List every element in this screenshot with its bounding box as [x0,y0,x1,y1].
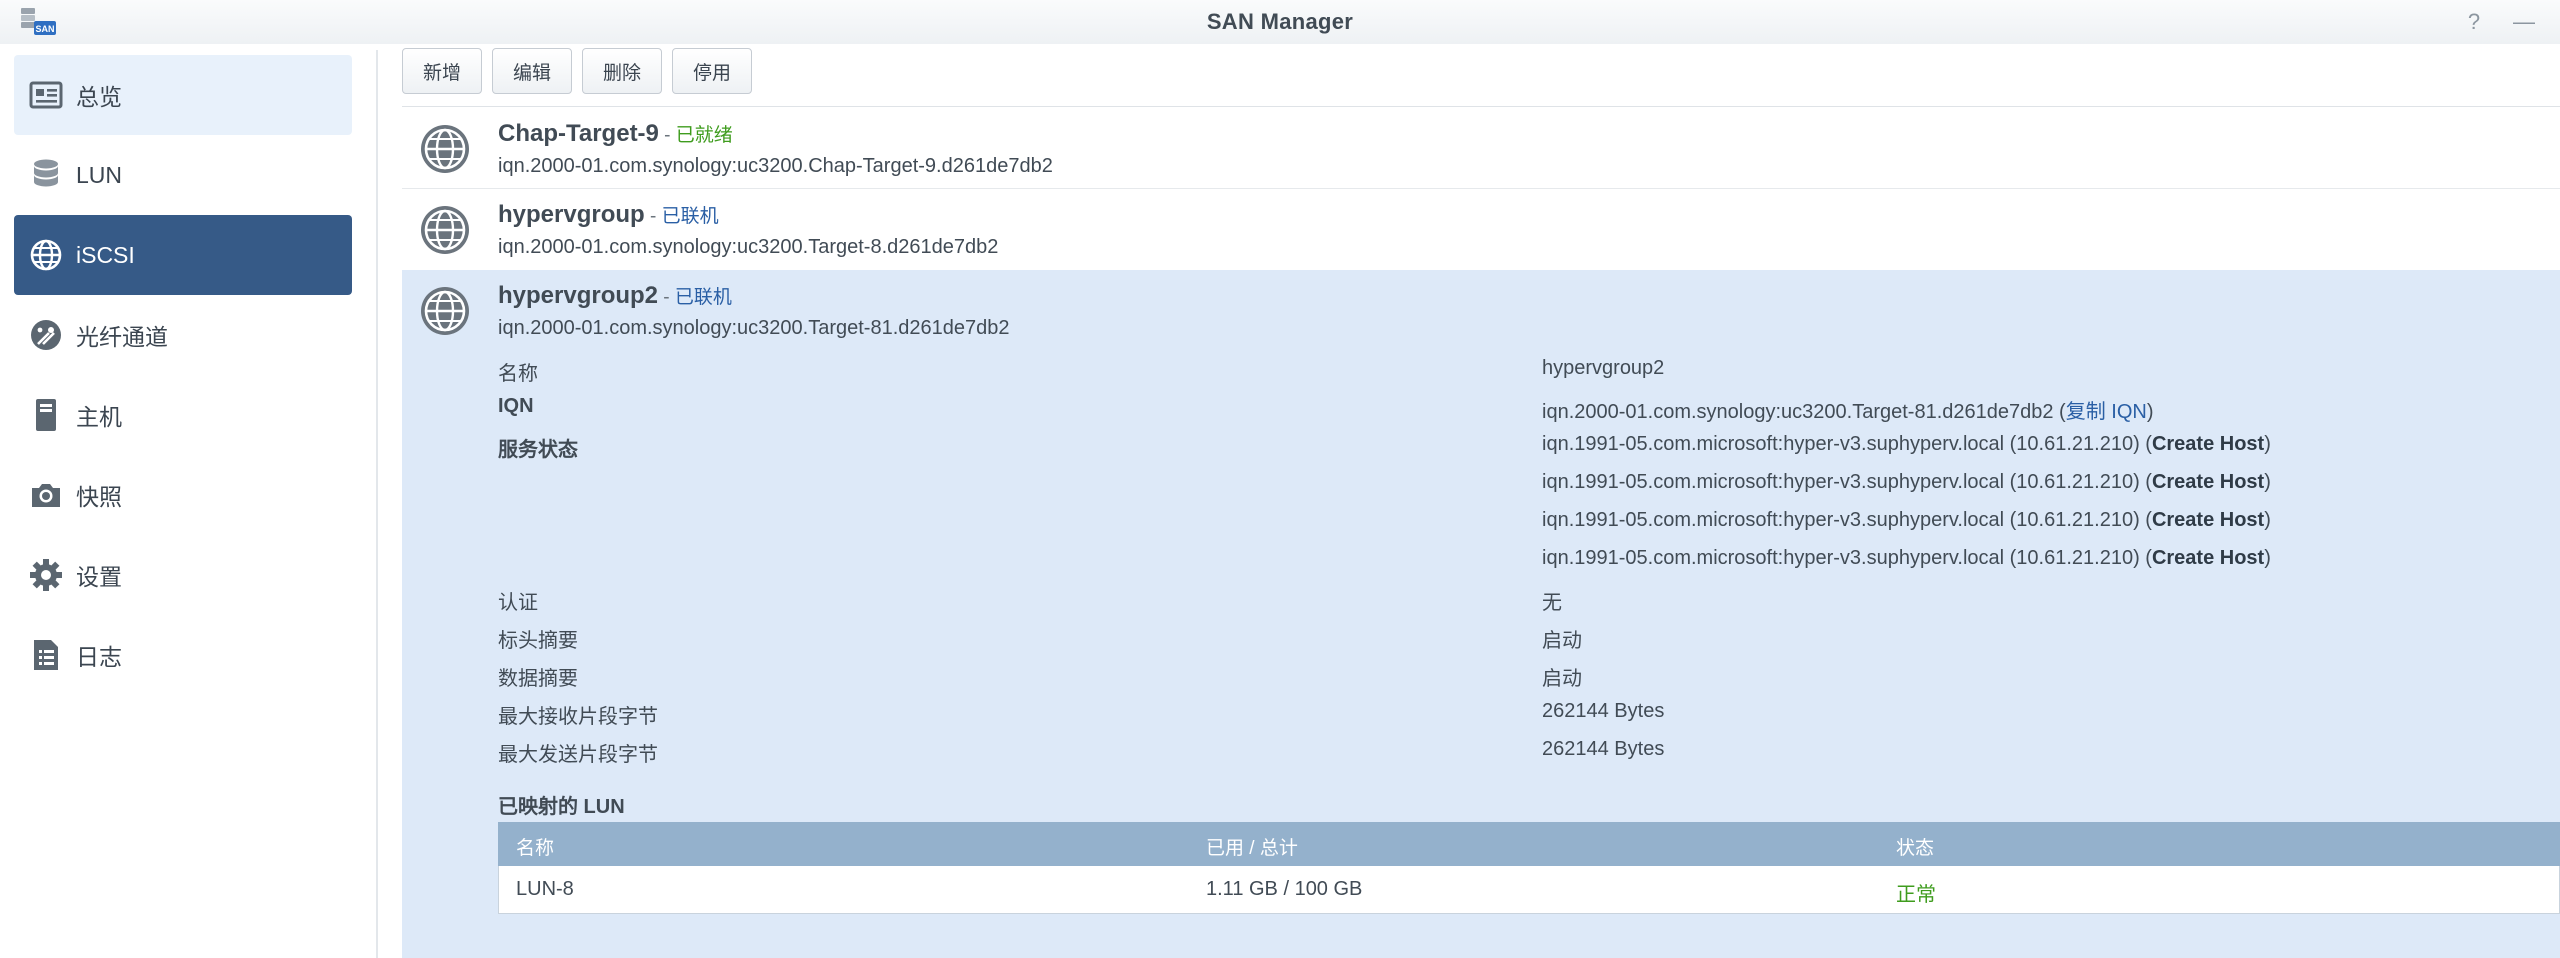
globe-icon [421,287,469,335]
window-title: SAN Manager [1206,9,1354,34]
detail-value-name: hypervgroup2 [1542,357,1665,379]
mapped-lun-table-header: 名称 已用 / 总计 状态 [498,822,2560,866]
lun-usage: 1.11 GB / 100 GB [1206,878,1363,900]
fibre-channel-icon [28,317,64,353]
toolbar-divider [402,106,2560,107]
detail-label-auth: 认证 [498,592,538,614]
detail-value-data-digest: 启动 [1542,668,1582,690]
column-header-name[interactable]: 名称 [516,833,554,860]
target-status: 已联机 [674,287,732,308]
detail-label-iqn: IQN [498,395,534,417]
target-iqn: iqn.2000-01.com.synology:uc3200.Chap-Tar… [498,155,1053,177]
target-status: 已联机 [661,206,719,227]
detail-value-header-digest: 启动 [1542,630,1582,652]
sidebar-item-label: 日志 [76,644,122,670]
sidebar-item-settings[interactable]: 设置 [14,535,352,615]
sidebar-item-label: 总览 [76,84,122,110]
san-manager-app-icon: SAN [18,6,58,38]
lun-name: LUN-8 [516,878,574,900]
create-host-link[interactable]: Create Host [2152,433,2264,455]
service-close: ) [2264,547,2271,569]
disable-button[interactable]: 停用 [672,48,753,94]
service-initiator: iqn.1991-05.com.microsoft:hyper-v3.suphy… [1542,433,2152,455]
target-separator: - [658,125,676,146]
table-row[interactable]: LUN-8 1.11 GB / 100 GB 正常 [498,866,2560,914]
sidebar-item-label: LUN [76,161,123,188]
sidebar-item-label: 光纤通道 [76,324,168,350]
log-icon [28,637,64,673]
service-close: ) [2264,433,2271,455]
sidebar-item-fibre-channel[interactable]: 光纤通道 [14,295,352,375]
target-row[interactable]: Chap-Target-9 - 已就绪 iqn.2000-01.com.syno… [402,108,2560,188]
copy-iqn-link[interactable]: 复制 IQN [2066,401,2147,423]
add-button[interactable]: 新增 [402,48,483,94]
help-button[interactable]: ? [2460,8,2488,36]
create-host-link[interactable]: Create Host [2152,547,2264,569]
detail-value-auth: 无 [1542,592,1562,614]
detail-value-max-send: 262144 Bytes [1542,738,1665,760]
globe-icon [421,206,469,254]
sidebar-item-label: iSCSI [76,241,135,268]
target-iqn: iqn.2000-01.com.synology:uc3200.Target-8… [498,236,999,258]
sidebar-item-log[interactable]: 日志 [14,615,352,695]
target-status: 已就绪 [675,125,733,146]
service-close: ) [2264,509,2271,531]
detail-value-iqn: iqn.2000-01.com.synology:uc3200.Target-8… [1542,401,2066,423]
service-initiator: iqn.1991-05.com.microsoft:hyper-v3.suphy… [1542,509,2152,531]
detail-label-data-digest: 数据摘要 [498,668,578,690]
create-host-link[interactable]: Create Host [2152,471,2264,493]
service-close: ) [2264,471,2271,493]
sidebar-item-iscsi[interactable]: iSCSI [14,215,352,295]
toolbar: 新增 编辑 删除 停用 [402,48,753,94]
globe-icon [421,125,469,173]
create-host-link[interactable]: Create Host [2152,509,2264,531]
app-icon-text: SAN [35,24,54,34]
column-header-status[interactable]: 状态 [1896,833,1934,860]
target-separator: - [658,287,675,308]
detail-label-name: 名称 [498,363,538,385]
detail-label-service-status: 服务状态 [498,439,578,461]
camera-icon [28,477,64,513]
minimize-button[interactable]: — [2510,8,2538,36]
detail-label-max-send: 最大发送片段字节 [498,744,658,766]
target-name: hypervgroup2 [498,282,659,309]
detail-value-iqn-close: ) [2146,401,2154,423]
service-initiator: iqn.1991-05.com.microsoft:hyper-v3.suphy… [1542,471,2152,493]
overview-icon [28,77,64,113]
database-icon [28,157,64,193]
mapped-lun-title: 已映射的 LUN [498,796,625,818]
detail-value-max-recv: 262144 Bytes [1542,700,1665,722]
title-bar: SAN SAN Manager ? — [0,0,2560,44]
target-separator: - [644,206,662,227]
sidebar-item-label: 主机 [76,404,122,430]
sidebar-divider [376,50,378,958]
target-name: hypervgroup [498,201,645,228]
service-initiator: iqn.1991-05.com.microsoft:hyper-v3.suphy… [1542,547,2152,569]
sidebar-item-label: 快照 [76,484,122,510]
sidebar-item-label: 设置 [76,564,122,590]
gear-icon [28,557,64,593]
sidebar: 总览 LUN iSCSI 光纤通道 主机 快照 设置 日志 [0,44,366,958]
target-name: Chap-Target-9 [498,120,659,147]
sidebar-item-host[interactable]: 主机 [14,375,352,455]
target-row[interactable]: hypervgroup - 已联机 iqn.2000-01.com.synolo… [402,189,2560,269]
sidebar-item-lun[interactable]: LUN [14,135,352,215]
delete-button[interactable]: 删除 [582,48,663,94]
detail-label-header-digest: 标头摘要 [498,630,578,652]
host-icon [28,397,64,433]
sidebar-item-snapshot[interactable]: 快照 [14,455,352,535]
lun-status: 正常 [1896,884,1936,906]
globe-icon [28,237,64,273]
sidebar-item-overview[interactable]: 总览 [14,55,352,135]
detail-label-max-recv: 最大接收片段字节 [498,706,658,728]
edit-button[interactable]: 编辑 [492,48,573,94]
target-iqn: iqn.2000-01.com.synology:uc3200.Target-8… [498,317,1010,339]
column-header-usage[interactable]: 已用 / 总计 [1206,833,1298,860]
